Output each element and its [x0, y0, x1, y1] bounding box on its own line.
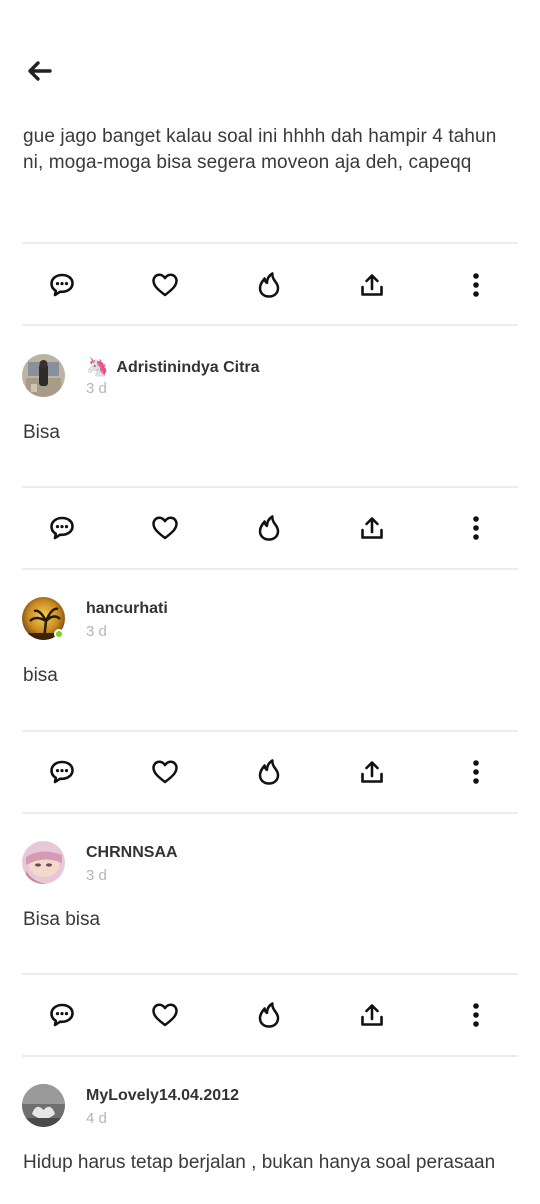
divider	[22, 1055, 518, 1057]
comment-button[interactable]	[42, 995, 82, 1035]
divider	[22, 812, 518, 814]
like-button[interactable]	[145, 995, 185, 1035]
like-button[interactable]	[145, 752, 185, 792]
unicorn-icon: 🦄	[86, 357, 109, 377]
fire-button[interactable]	[249, 995, 289, 1035]
comment-username[interactable]: 🦄 Adristinindya Citra	[86, 357, 260, 378]
username-label: MyLovely14.04.2012	[86, 1087, 239, 1104]
comment-button[interactable]	[42, 508, 82, 548]
comment-action-row	[0, 508, 540, 588]
divider	[22, 486, 518, 488]
comment-time: 4 d	[86, 1110, 107, 1127]
more-icon	[473, 760, 479, 784]
like-button[interactable]	[145, 265, 185, 305]
username-label: CHRNNSAA	[86, 844, 178, 861]
fire-icon	[258, 1002, 280, 1028]
heart-icon	[152, 1003, 178, 1027]
comment-text: Bisa bisa	[23, 909, 101, 930]
fire-button[interactable]	[249, 752, 289, 792]
fire-icon	[258, 515, 280, 541]
share-button[interactable]	[352, 508, 392, 548]
comment-text: bisa	[23, 665, 58, 686]
share-button[interactable]	[352, 995, 392, 1035]
more-button[interactable]	[456, 995, 496, 1035]
more-icon	[473, 516, 479, 540]
divider	[22, 324, 518, 326]
divider	[22, 973, 518, 975]
fire-icon	[258, 759, 280, 785]
comment-time: 3 d	[86, 867, 107, 884]
comment-button[interactable]	[42, 265, 82, 305]
username-label: Adristinindya Citra	[116, 358, 260, 376]
share-icon	[361, 761, 383, 783]
share-button[interactable]	[352, 265, 392, 305]
divider	[22, 242, 518, 244]
more-button[interactable]	[456, 265, 496, 305]
comment-text: Hidup harus tetap berjalan , bukan hanya…	[23, 1152, 496, 1173]
back-button[interactable]	[22, 56, 56, 90]
comment-username[interactable]: MyLovely14.04.2012	[86, 1087, 239, 1105]
comment-username[interactable]: hancurhati	[86, 600, 168, 618]
comment-time: 3 d	[86, 623, 107, 640]
username-label: hancurhati	[86, 600, 168, 617]
post-action-row	[0, 265, 540, 345]
comment-action-row	[0, 995, 540, 1075]
heart-icon	[152, 760, 178, 784]
post-text: gue jago banget kalau soal ini hhhh dah …	[23, 126, 497, 173]
avatar[interactable]	[22, 354, 65, 397]
divider	[22, 568, 518, 570]
comment-icon	[50, 516, 74, 540]
comment-icon	[50, 1003, 74, 1027]
comment-text: Bisa	[23, 422, 60, 443]
comment-button[interactable]	[42, 752, 82, 792]
more-icon	[473, 1003, 479, 1027]
online-indicator	[54, 629, 64, 639]
comment-icon	[50, 760, 74, 784]
avatar[interactable]	[22, 841, 65, 884]
share-icon	[361, 274, 383, 296]
avatar[interactable]	[22, 1084, 65, 1127]
comment-username[interactable]: CHRNNSAA	[86, 844, 178, 862]
fire-icon	[258, 272, 280, 298]
divider	[22, 730, 518, 732]
comment-time: 3 d	[86, 380, 107, 397]
more-button[interactable]	[456, 508, 496, 548]
comment-icon	[50, 273, 74, 297]
more-button[interactable]	[456, 752, 496, 792]
comment-action-row	[0, 752, 540, 832]
heart-icon	[152, 516, 178, 540]
fire-button[interactable]	[249, 265, 289, 305]
fire-button[interactable]	[249, 508, 289, 548]
share-button[interactable]	[352, 752, 392, 792]
share-icon	[361, 1004, 383, 1026]
share-icon	[361, 517, 383, 539]
arrow-left-icon	[26, 60, 52, 87]
heart-icon	[152, 273, 178, 297]
like-button[interactable]	[145, 508, 185, 548]
more-icon	[473, 273, 479, 297]
